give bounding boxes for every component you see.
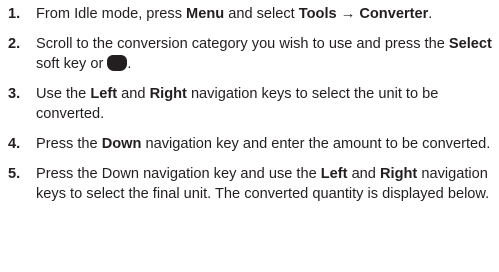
step-text: Press the [36,136,102,152]
menu-key-label: Menu [186,6,225,22]
right-key-label: Right [149,86,187,102]
step-number: 4. [8,136,21,152]
step-text: Scroll to the conversion category you wi… [36,36,449,52]
step-text: . [127,56,132,72]
left-key-label: Left [320,166,348,182]
step-text: From Idle mode, press [36,6,187,22]
select-key-label: Select [448,36,492,52]
step-number: 5. [8,166,21,182]
step-text: Use the [36,86,91,102]
step-text: Press the Down navigation key and use th… [36,166,321,182]
step-text: soft key or [36,56,108,72]
step-3: 3. Use the Left and Right navigation keys… [8,84,494,124]
arrow-separator: → [336,6,360,22]
step-text: and [117,86,150,102]
step-1: 1. From Idle mode, press Menu and select … [8,4,494,24]
step-4: 4. Press the Down navigation key and ente… [8,134,494,154]
step-number: 1. [8,6,21,22]
step-2: 2. Scroll to the conversion category you … [8,34,494,74]
step-number: 3. [8,86,21,102]
select-key-icon [107,55,128,71]
step-text: navigation key and enter the amount to b… [141,136,491,152]
tools-menu-label: Tools [298,6,337,22]
right-key-label: Right [379,166,418,182]
step-number: 2. [8,36,21,52]
step-text: . [428,6,433,22]
left-key-label: Left [90,86,118,102]
down-key-label: Down [101,136,142,152]
step-text: and [347,166,380,182]
step-text: and select [224,6,299,22]
step-5: 5. Press the Down navigation key and use … [8,164,494,204]
converter-menu-label: Converter [359,6,429,22]
instruction-steps: 1. From Idle mode, press Menu and select … [8,4,494,204]
